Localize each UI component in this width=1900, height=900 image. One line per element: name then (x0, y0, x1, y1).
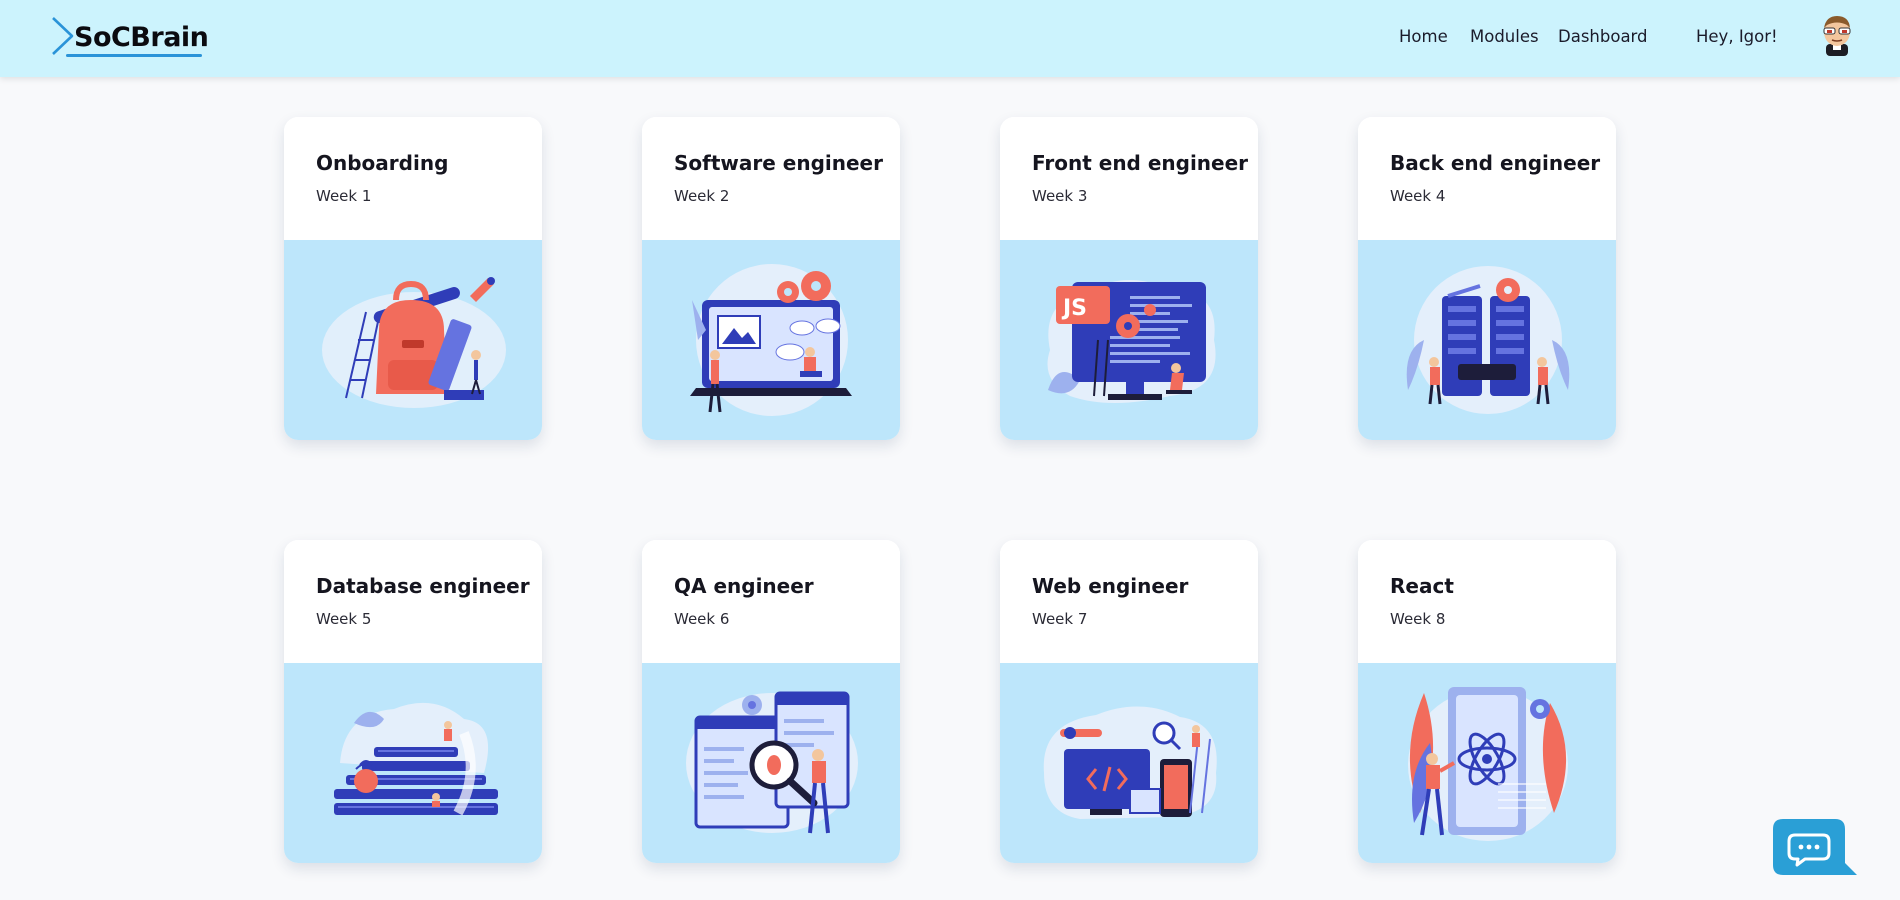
magnifier-bug-illustration (686, 691, 858, 834)
module-card-front-end-engineer[interactable]: Front end engineer Week 3 JS (1000, 117, 1258, 440)
card-header: React Week 8 (1358, 540, 1616, 663)
nav-home-link[interactable]: Home (1399, 27, 1448, 46)
module-card-web-engineer[interactable]: Web engineer Week 7 (1000, 540, 1258, 863)
nav-dashboard-link[interactable]: Dashboard (1558, 27, 1648, 46)
card-illustration-area (1358, 663, 1616, 863)
user-greeting: Hey, Igor! (1696, 27, 1778, 46)
nav-modules-wrapper: Modules (1470, 27, 1539, 46)
module-card-react[interactable]: React Week 8 (1358, 540, 1616, 863)
chat-button[interactable] (1773, 819, 1857, 877)
card-illustration-area (642, 663, 900, 863)
nav-dashboard-wrapper: Dashboard (1558, 27, 1648, 46)
database-stack-illustration (334, 702, 498, 816)
card-week: Week 7 (1032, 610, 1088, 628)
card-week: Week 1 (316, 187, 372, 205)
card-title: React (1390, 574, 1454, 598)
card-week: Week 2 (674, 187, 730, 205)
js-monitor-illustration: JS (1047, 280, 1216, 403)
backpack-rocket-illustration (322, 277, 506, 408)
react-atom-illustration (1408, 687, 1568, 841)
module-card-onboarding[interactable]: Onboarding Week 1 (284, 117, 542, 440)
server-robot-illustration (1406, 266, 1570, 414)
svg-text:JS: JS (1061, 296, 1087, 321)
card-illustration-area (284, 240, 542, 440)
module-card-back-end-engineer[interactable]: Back end engineer Week 4 (1358, 117, 1616, 440)
card-title: Database engineer (316, 574, 530, 598)
module-card-software-engineer[interactable]: Software engineer Week 2 (642, 117, 900, 440)
card-header: Software engineer Week 2 (642, 117, 900, 240)
card-illustration-area (642, 240, 900, 440)
chat-bubble-icon (1773, 819, 1857, 875)
cartoon-avatar-icon (1823, 16, 1851, 56)
card-title: QA engineer (674, 574, 814, 598)
card-header: Front end engineer Week 3 (1000, 117, 1258, 240)
card-week: Week 8 (1390, 610, 1446, 628)
card-header: Web engineer Week 7 (1000, 540, 1258, 663)
card-title: Onboarding (316, 151, 449, 175)
card-title: Web engineer (1032, 574, 1189, 598)
laptop-gears-illustration (690, 264, 852, 416)
top-header: SoCBrain Home Modules Dashboard Hey, Igo… (0, 0, 1900, 77)
logo-link[interactable]: SoCBrain (50, 16, 210, 58)
module-card-qa-engineer[interactable]: QA engineer Week 6 (642, 540, 900, 863)
nav-modules-link[interactable]: Modules (1470, 27, 1539, 46)
user-avatar[interactable] (1818, 14, 1856, 56)
nav-home-wrapper: Home (1399, 27, 1448, 46)
card-header: Onboarding Week 1 (284, 117, 542, 240)
card-title: Front end engineer (1032, 151, 1249, 175)
card-header: QA engineer Week 6 (642, 540, 900, 663)
card-illustration-area (284, 663, 542, 863)
card-week: Week 5 (316, 610, 372, 628)
card-week: Week 3 (1032, 187, 1088, 205)
logo-underline (66, 54, 202, 57)
logo-text: SoCBrain (74, 22, 209, 53)
card-title: Back end engineer (1390, 151, 1601, 175)
card-illustration-area (1358, 240, 1616, 440)
card-title: Software engineer (674, 151, 883, 175)
web-devices-illustration (1043, 706, 1217, 819)
card-header: Database engineer Week 5 (284, 540, 542, 663)
card-header: Back end engineer Week 4 (1358, 117, 1616, 240)
card-week: Week 6 (674, 610, 730, 628)
card-illustration-area: JS (1000, 240, 1258, 440)
card-week: Week 4 (1390, 187, 1446, 205)
module-card-database-engineer[interactable]: Database engineer Week 5 (284, 540, 542, 863)
card-illustration-area (1000, 663, 1258, 863)
